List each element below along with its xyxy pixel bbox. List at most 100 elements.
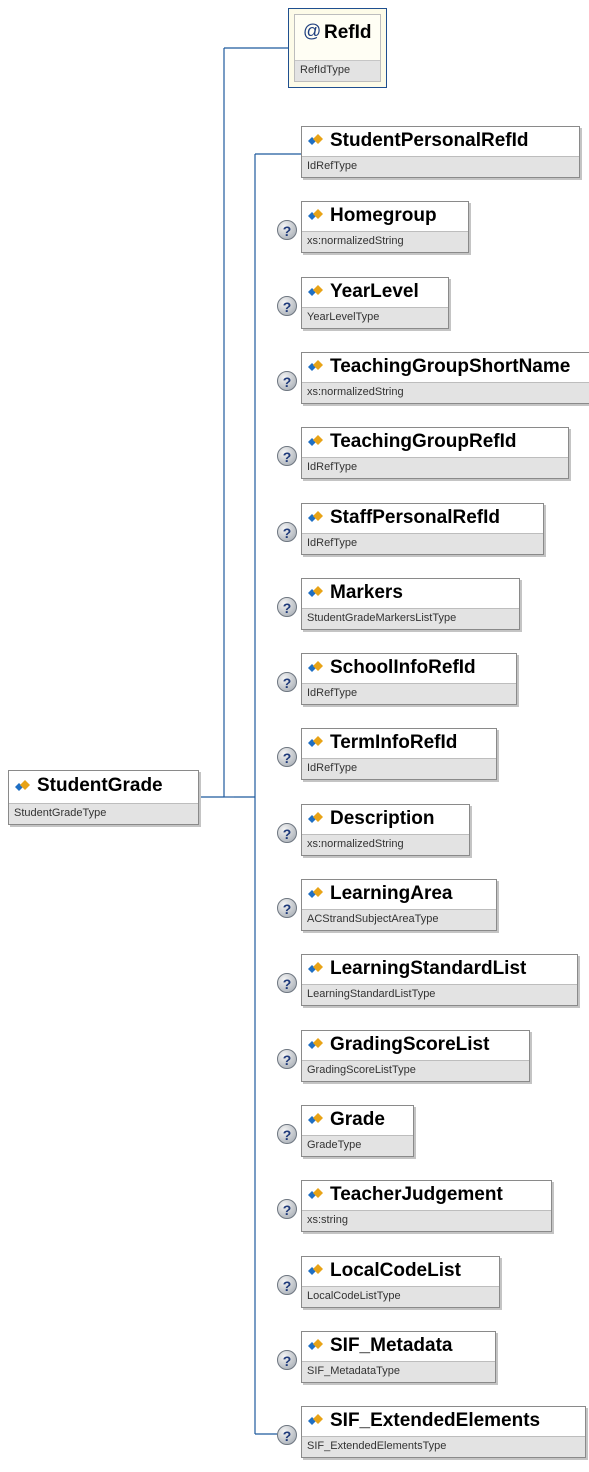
- element-name: TeacherJudgement: [330, 1184, 503, 1205]
- optional-question-icon[interactable]: ?: [277, 1425, 297, 1445]
- optional-question-icon[interactable]: ?: [277, 1124, 297, 1144]
- element-type: GradeType: [302, 1135, 413, 1156]
- optional-question-icon[interactable]: ?: [277, 1350, 297, 1370]
- element-type: GradingScoreListType: [302, 1060, 529, 1081]
- optional-question-icon[interactable]: ?: [277, 522, 297, 542]
- optional-question-icon[interactable]: ?: [277, 597, 297, 617]
- schema-diagram: StudentGrade StudentGradeType @ RefId Re…: [0, 0, 589, 1472]
- element-type: SIF_MetadataType: [302, 1361, 495, 1382]
- element-type: StudentGradeMarkersListType: [302, 608, 519, 629]
- optional-question-icon[interactable]: ?: [277, 1199, 297, 1219]
- at-sign-icon: @: [303, 21, 322, 41]
- element-type: YearLevelType: [302, 307, 448, 328]
- element-diamond-icon: [308, 1113, 323, 1124]
- connector-lines: [199, 47, 301, 1435]
- element-diamond-icon: [308, 1414, 323, 1425]
- optional-question-icon[interactable]: ?: [277, 446, 297, 466]
- element-diamond-icon: [308, 209, 323, 220]
- element-diamond-icon: [308, 285, 323, 296]
- element-type: IdRefType: [302, 457, 568, 478]
- element-diamond-icon: [308, 360, 323, 371]
- element-diamond-icon: [15, 780, 30, 791]
- optional-question-icon[interactable]: ?: [277, 973, 297, 993]
- element-diamond-icon: [308, 736, 323, 747]
- element-box[interactable]: SIF_ExtendedElements SIF_ExtendedElements…: [301, 1406, 586, 1458]
- element-box[interactable]: TeachingGroupRefId IdRefType: [301, 427, 569, 479]
- element-diamond-icon: [308, 812, 323, 823]
- element-name: TeachingGroupShortName: [330, 356, 571, 377]
- element-name: StaffPersonalRefId: [330, 507, 500, 528]
- element-name: TeachingGroupRefId: [330, 431, 517, 452]
- optional-question-icon[interactable]: ?: [277, 1275, 297, 1295]
- attribute-type: RefIdType: [295, 60, 380, 81]
- element-type: xs:normalizedString: [302, 231, 468, 252]
- element-diamond-icon: [308, 661, 323, 672]
- element-name: YearLevel: [330, 281, 419, 302]
- optional-question-icon[interactable]: ?: [277, 296, 297, 316]
- element-box[interactable]: Description xs:normalizedString: [301, 804, 470, 856]
- element-type: LocalCodeListType: [302, 1286, 499, 1307]
- element-type: LearningStandardListType: [302, 984, 577, 1005]
- element-diamond-icon: [308, 962, 323, 973]
- element-type: IdRefType: [302, 683, 516, 704]
- element-diamond-icon: [308, 134, 323, 145]
- element-name: SIF_Metadata: [330, 1335, 453, 1356]
- element-name: Grade: [330, 1109, 385, 1130]
- element-diamond-icon: [308, 586, 323, 597]
- optional-question-icon[interactable]: ?: [277, 823, 297, 843]
- element-type: xs:normalizedString: [302, 834, 469, 855]
- element-box[interactable]: TermInfoRefId IdRefType: [301, 728, 497, 780]
- element-type: xs:string: [302, 1210, 551, 1231]
- element-box[interactable]: LocalCodeList LocalCodeListType: [301, 1256, 500, 1308]
- element-type: SIF_ExtendedElementsType: [302, 1436, 585, 1457]
- element-type: ACStrandSubjectAreaType: [302, 909, 496, 930]
- element-box[interactable]: SchoolInfoRefId IdRefType: [301, 653, 517, 705]
- element-diamond-icon: [308, 1264, 323, 1275]
- element-box[interactable]: Markers StudentGradeMarkersListType: [301, 578, 520, 630]
- element-box[interactable]: YearLevel YearLevelType: [301, 277, 449, 329]
- element-box[interactable]: Grade GradeType: [301, 1105, 414, 1157]
- element-name: StudentPersonalRefId: [330, 130, 529, 151]
- optional-question-icon[interactable]: ?: [277, 672, 297, 692]
- optional-question-icon[interactable]: ?: [277, 747, 297, 767]
- element-box[interactable]: SIF_Metadata SIF_MetadataType: [301, 1331, 496, 1383]
- element-box[interactable]: TeacherJudgement xs:string: [301, 1180, 552, 1232]
- element-name: Markers: [330, 582, 403, 603]
- optional-question-icon[interactable]: ?: [277, 898, 297, 918]
- element-diamond-icon: [308, 1038, 323, 1049]
- element-name: LearningStandardList: [330, 958, 527, 979]
- element-type: IdRefType: [302, 156, 579, 177]
- element-name: SIF_ExtendedElements: [330, 1410, 541, 1431]
- optional-question-icon[interactable]: ?: [277, 1049, 297, 1069]
- element-box[interactable]: TeachingGroupShortName xs:normalizedStrin…: [301, 352, 589, 404]
- element-name: TermInfoRefId: [330, 732, 458, 753]
- attribute-inner: @ RefId RefIdType: [294, 14, 381, 82]
- element-box[interactable]: Homegroup xs:normalizedString: [301, 201, 469, 253]
- optional-question-icon[interactable]: ?: [277, 220, 297, 240]
- element-box[interactable]: GradingScoreList GradingScoreListType: [301, 1030, 530, 1082]
- element-type: xs:normalizedString: [302, 382, 589, 403]
- element-box[interactable]: StaffPersonalRefId IdRefType: [301, 503, 544, 555]
- root-element-type: StudentGradeType: [9, 803, 198, 824]
- root-element-box[interactable]: StudentGrade StudentGradeType: [8, 770, 199, 825]
- element-box[interactable]: StudentPersonalRefId IdRefType: [301, 126, 580, 178]
- attribute-box[interactable]: @ RefId RefIdType: [288, 8, 387, 88]
- root-element-name: StudentGrade: [37, 775, 163, 796]
- element-name: Description: [330, 808, 435, 829]
- optional-question-icon[interactable]: ?: [277, 371, 297, 391]
- element-diamond-icon: [308, 435, 323, 446]
- element-type: IdRefType: [302, 533, 543, 554]
- element-diamond-icon: [308, 511, 323, 522]
- element-name: GradingScoreList: [330, 1034, 490, 1055]
- element-name: SchoolInfoRefId: [330, 657, 476, 678]
- element-name: Homegroup: [330, 205, 437, 226]
- element-name: LocalCodeList: [330, 1260, 461, 1281]
- element-diamond-icon: [308, 1339, 323, 1350]
- element-box[interactable]: LearningArea ACStrandSubjectAreaType: [301, 879, 497, 931]
- element-diamond-icon: [308, 1188, 323, 1199]
- element-diamond-icon: [308, 887, 323, 898]
- attribute-name: RefId: [324, 22, 372, 43]
- element-name: LearningArea: [330, 883, 453, 904]
- element-box[interactable]: LearningStandardList LearningStandardList…: [301, 954, 578, 1006]
- element-type: IdRefType: [302, 758, 496, 779]
